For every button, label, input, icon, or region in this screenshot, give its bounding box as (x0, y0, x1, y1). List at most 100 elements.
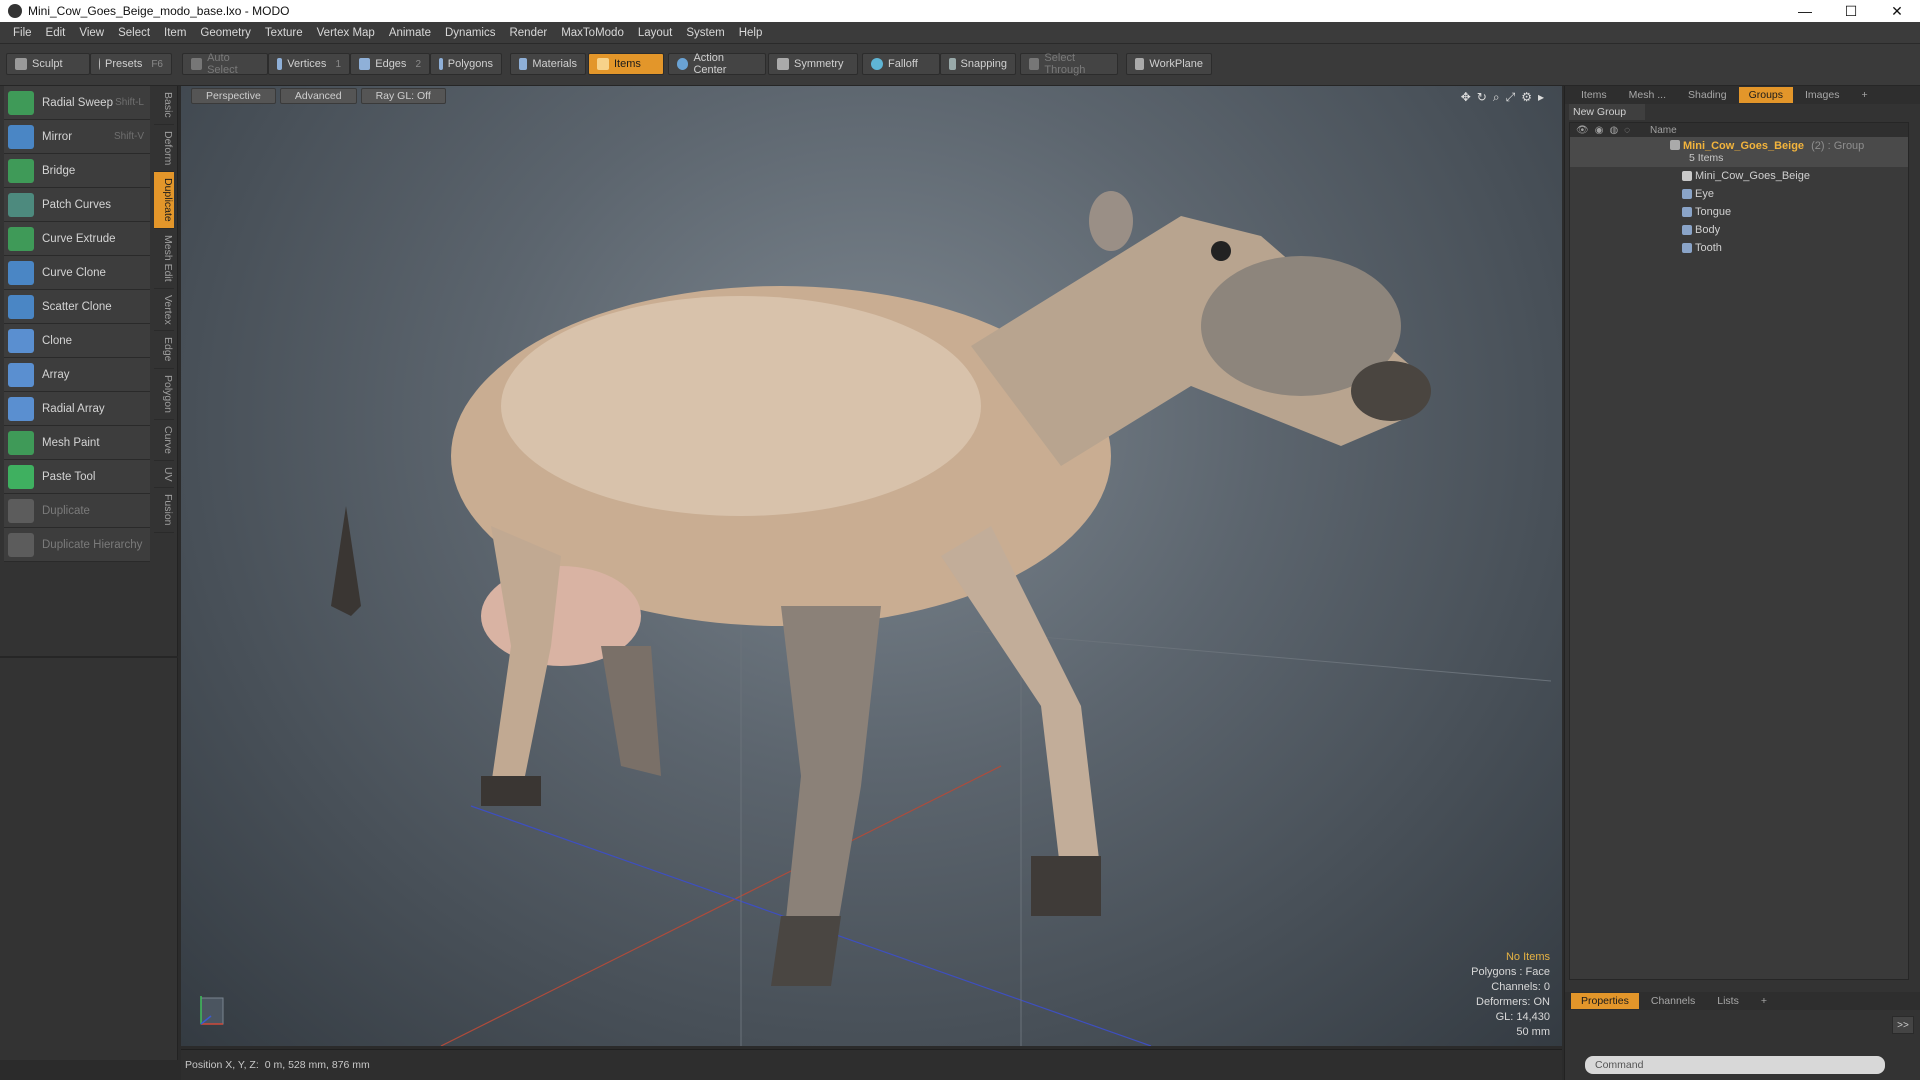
close-button[interactable]: ✕ (1874, 0, 1920, 22)
duplicate-tool[interactable]: Duplicate (4, 494, 150, 528)
bridge-tool[interactable]: Bridge (4, 154, 150, 188)
zoom-view-icon[interactable]: ⌕ (1493, 90, 1500, 105)
duplicate-hierarchy-tool[interactable]: Duplicate Hierarchy (4, 528, 150, 562)
tab-vertex[interactable]: Vertex (154, 289, 174, 332)
tab-lists[interactable]: Lists (1707, 993, 1749, 1009)
tree-item-tongue[interactable]: Tongue (1570, 203, 1908, 221)
tab-basic[interactable]: Basic (154, 86, 174, 125)
tree-item-body[interactable]: Body (1570, 221, 1908, 239)
tree-item-eye[interactable]: Eye (1570, 185, 1908, 203)
add-tab-button[interactable]: + (1851, 87, 1877, 103)
tab-channels[interactable]: Channels (1641, 993, 1705, 1009)
fit-view-icon[interactable]: ⤢ (1506, 90, 1516, 105)
curve-extrude-tool[interactable]: Curve Extrude (4, 222, 150, 256)
edges-button[interactable]: Edges 2 (350, 53, 430, 75)
patch-curves-icon (8, 192, 34, 217)
auto-select-button[interactable]: Auto Select (182, 52, 268, 76)
menu-geometry[interactable]: Geometry (193, 27, 258, 39)
radial-array-tool[interactable]: Radial Array (4, 392, 150, 426)
lock-icon[interactable]: ◍ (1609, 125, 1618, 136)
deformers-stat: Deformers: ON (1476, 996, 1550, 1008)
array-tool[interactable]: Array (4, 358, 150, 392)
menu-layout[interactable]: Layout (631, 27, 680, 39)
tab-duplicate[interactable]: Duplicate (154, 172, 174, 229)
tab-mesh-edit[interactable]: Mesh Edit (154, 229, 174, 289)
paste-tool[interactable]: Paste Tool (4, 460, 150, 494)
menu-maxtomodo[interactable]: MaxToModo (554, 27, 631, 39)
tab-curve[interactable]: Curve (154, 420, 174, 461)
menu-texture[interactable]: Texture (258, 27, 310, 39)
items-button[interactable]: Items (588, 53, 664, 75)
3d-viewport[interactable]: Perspective Advanced Ray GL: Off ✥ ↻ ⌕ ⤢… (181, 86, 1562, 1046)
menu-help[interactable]: Help (732, 27, 770, 39)
expand-button[interactable]: >> (1892, 1016, 1914, 1034)
menu-vertex-map[interactable]: Vertex Map (310, 27, 382, 39)
menu-system[interactable]: System (679, 27, 731, 39)
curve-clone-tool[interactable]: Curve Clone (4, 256, 150, 290)
tab-fusion[interactable]: Fusion (154, 488, 174, 533)
rotate-view-icon[interactable]: ↻ (1477, 90, 1487, 105)
presets-icon (99, 58, 101, 70)
tab-deform[interactable]: Deform (154, 125, 174, 173)
move-view-icon[interactable]: ✥ (1461, 90, 1471, 105)
symmetry-button[interactable]: Symmetry (768, 53, 858, 75)
workplane-icon (1135, 58, 1145, 70)
tab-uv[interactable]: UV (154, 461, 174, 489)
viewport-settings-icon[interactable]: ⚙ (1521, 90, 1532, 105)
group-meta: (2) : Group (1811, 140, 1865, 152)
panel-divider (0, 656, 178, 658)
x-axis-line (440, 765, 1002, 1046)
advanced-tab[interactable]: Advanced (279, 88, 357, 104)
presets-button[interactable]: Presets F6 (90, 53, 172, 75)
vertices-icon (277, 58, 283, 70)
menu-item[interactable]: Item (157, 27, 193, 39)
viewport-menu-icon[interactable]: ▸ (1538, 90, 1544, 105)
menu-animate[interactable]: Animate (382, 27, 438, 39)
items-icon (597, 58, 609, 70)
snapping-button[interactable]: Snapping (940, 53, 1016, 75)
raygl-tab[interactable]: Ray GL: Off (360, 88, 446, 104)
perspective-tab[interactable]: Perspective (191, 88, 276, 104)
minimize-button[interactable]: — (1782, 0, 1828, 22)
tab-properties[interactable]: Properties (1571, 993, 1639, 1009)
tab-polygon[interactable]: Polygon (154, 369, 174, 420)
eye-icon[interactable]: 👁 (1576, 125, 1589, 136)
menu-edit[interactable]: Edit (39, 27, 73, 39)
scatter-clone-icon (8, 294, 34, 319)
mesh-paint-tool[interactable]: Mesh Paint (4, 426, 150, 460)
menu-select[interactable]: Select (111, 27, 157, 39)
tab-groups[interactable]: Groups (1738, 87, 1794, 103)
radial-sweep-tool[interactable]: Radial Sweep Shift-L (4, 86, 150, 120)
tab-edge[interactable]: Edge (154, 331, 174, 369)
falloff-button[interactable]: Falloff (862, 53, 940, 75)
polygons-button[interactable]: Polygons (430, 53, 502, 75)
clone-tool[interactable]: Clone (4, 324, 150, 358)
tree-item-mesh-locator[interactable]: Mini_Cow_Goes_Beige (1570, 167, 1908, 185)
maximize-button[interactable]: ☐ (1828, 0, 1874, 22)
command-input[interactable]: Command (1585, 1056, 1885, 1074)
menu-file[interactable]: File (6, 27, 39, 39)
vertices-button[interactable]: Vertices 1 (268, 53, 350, 75)
tab-items[interactable]: Items (1571, 87, 1617, 103)
add-properties-tab-button[interactable]: + (1751, 993, 1777, 1009)
tab-mesh[interactable]: Mesh ... (1619, 87, 1676, 103)
render-icon[interactable]: ◉ (1595, 125, 1604, 136)
materials-button[interactable]: Materials (510, 53, 586, 75)
patch-curves-tool[interactable]: Patch Curves (4, 188, 150, 222)
tab-shading[interactable]: Shading (1678, 87, 1737, 103)
action-center-button[interactable]: Action Center (668, 52, 766, 76)
scatter-clone-tool[interactable]: Scatter Clone (4, 290, 150, 324)
select-through-button[interactable]: Select Through (1020, 52, 1118, 76)
new-group-button[interactable]: New Group (1569, 104, 1645, 120)
menu-dynamics[interactable]: Dynamics (438, 27, 502, 39)
mirror-tool[interactable]: Mirror Shift-V (4, 120, 150, 154)
menu-render[interactable]: Render (502, 27, 554, 39)
tree-item-tooth[interactable]: Tooth (1570, 239, 1908, 257)
tab-images[interactable]: Images (1795, 87, 1849, 103)
menu-view[interactable]: View (72, 27, 111, 39)
viewport-scene (331, 191, 1552, 1046)
group-row[interactable]: Mini_Cow_Goes_Beige (2) : Group 5 Items (1570, 137, 1908, 167)
sculpt-button[interactable]: Sculpt (6, 53, 90, 75)
select-icon[interactable]: ◌ (1624, 125, 1630, 136)
workplane-button[interactable]: WorkPlane (1126, 53, 1212, 75)
